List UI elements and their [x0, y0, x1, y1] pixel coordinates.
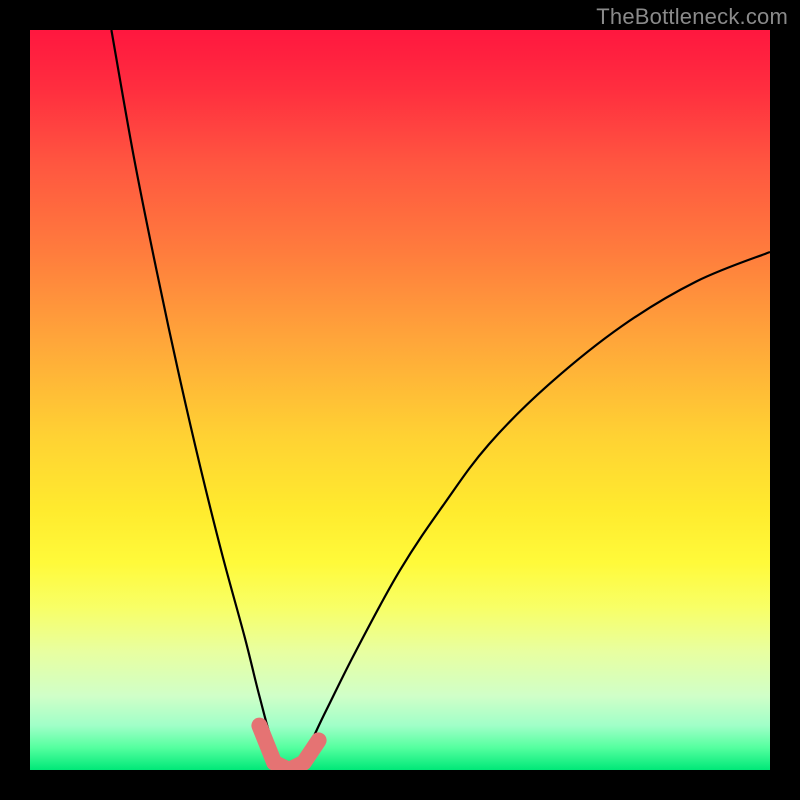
bottleneck-curve	[111, 30, 770, 770]
watermark-text: TheBottleneck.com	[596, 4, 788, 30]
chart-frame: TheBottleneck.com	[0, 0, 800, 800]
fit-marker	[259, 726, 318, 770]
plot-area	[30, 30, 770, 770]
curve-svg	[30, 30, 770, 770]
